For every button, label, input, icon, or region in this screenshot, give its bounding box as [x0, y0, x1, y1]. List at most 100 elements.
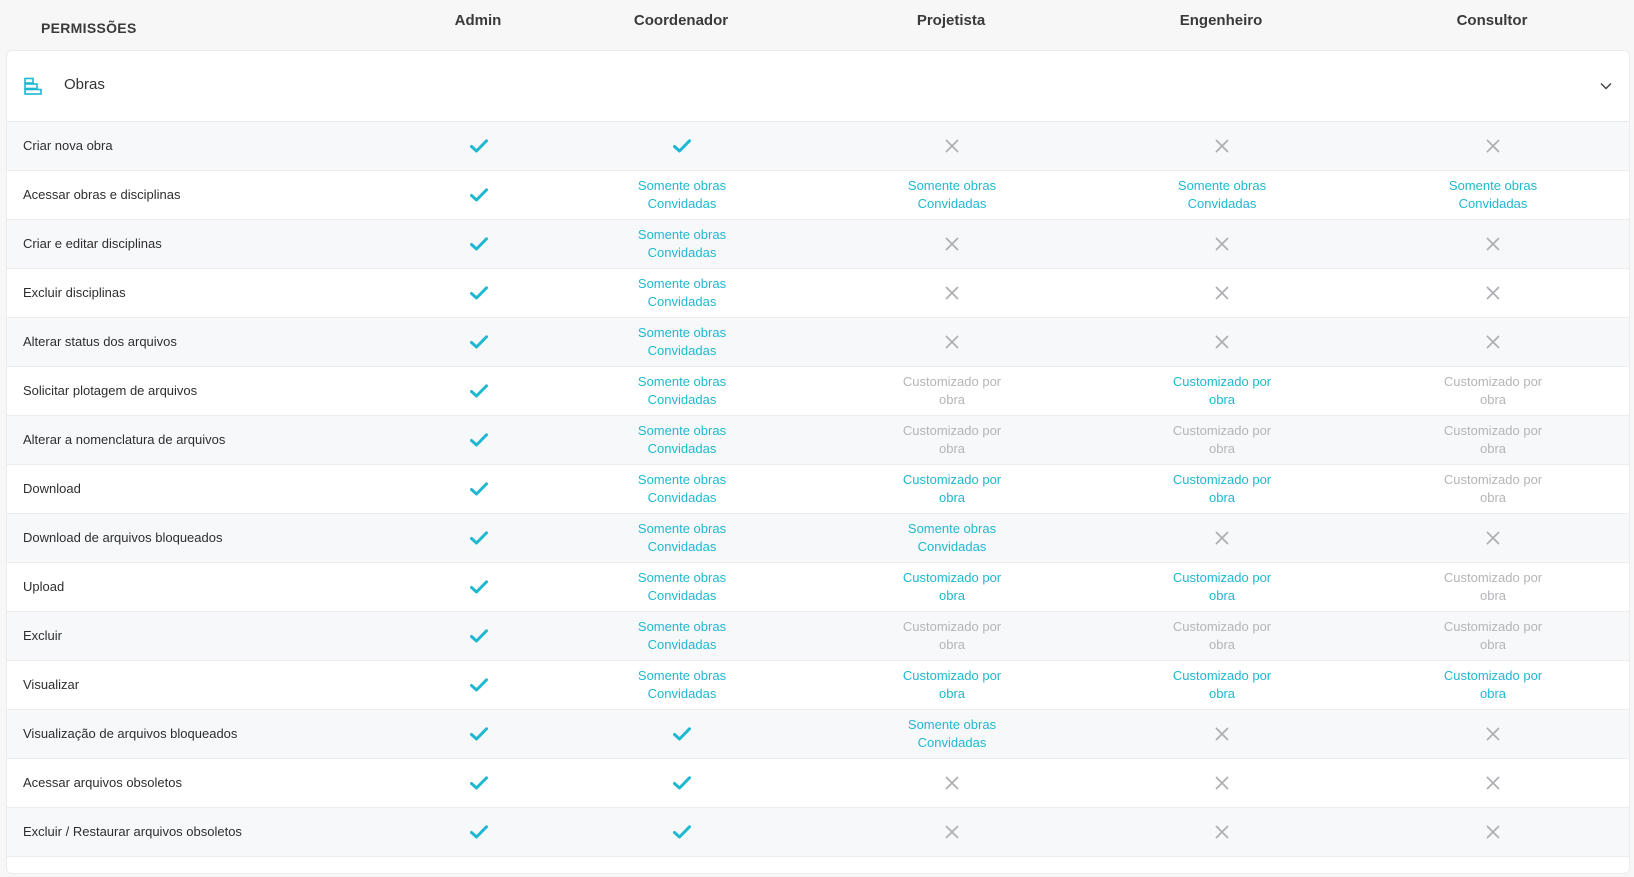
cross-icon [1413, 808, 1573, 856]
cross-icon [1413, 759, 1573, 807]
scope-text-line: obra [1208, 637, 1236, 652]
scope-text-line: Customizado por [1172, 472, 1272, 487]
scope-text-line: Customizado por [1443, 472, 1543, 487]
permission-scope-text: Customizado por obra [872, 563, 1032, 611]
scope-text-line: Customizado por [1443, 570, 1543, 585]
permission-scope-text: Somente obras Convidadas [602, 171, 762, 219]
cross-icon [1413, 318, 1573, 366]
section-title: Obras [64, 76, 105, 93]
permission-label: Download de arquivos bloqueados [23, 530, 223, 545]
scope-text-line: Customizado por [1172, 619, 1272, 634]
permission-scope-text: Somente obras Convidadas [602, 563, 762, 611]
scope-text-line: Somente obras [637, 521, 727, 536]
permission-label: Excluir / Restaurar arquivos obsoletos [23, 824, 242, 839]
scope-text-line: Somente obras [637, 570, 727, 585]
scope-text-line: Customizado por [1443, 423, 1543, 438]
scope-text-line: obra [1479, 392, 1507, 407]
permission-scope-text: Somente obras Convidadas [602, 269, 762, 317]
permission-label: Acessar arquivos obsoletos [23, 775, 182, 790]
permission-label: Upload [23, 579, 65, 594]
table-row: Acessar arquivos obsoletos [7, 759, 1629, 808]
table-row: Upload Somente obras Convidadas Customizado… [7, 563, 1629, 612]
scope-text-line: Customizado por [1172, 668, 1272, 683]
scope-text-line: Somente obras [637, 374, 727, 389]
permission-scope-text: Customizado por obra [872, 612, 1032, 660]
table-row: Excluir / Restaurar arquivos obsoletos [7, 808, 1629, 857]
permission-scope-text: Customizado por obra [872, 465, 1032, 513]
chevron-down-icon[interactable] [1599, 79, 1613, 93]
table-row: Acessar obras e disciplinas Somente obras… [7, 171, 1629, 220]
check-icon [399, 465, 559, 513]
scope-text-line: Convidadas [647, 539, 717, 554]
cross-icon [1413, 269, 1573, 317]
permission-label: Acessar obras e disciplinas [23, 187, 181, 202]
scope-text-line: Somente obras [907, 178, 997, 193]
permission-scope-text: Customizado por obra [1142, 563, 1302, 611]
cross-icon [872, 122, 1032, 170]
table-row: Visualização de arquivos bloqueados Somen… [7, 710, 1629, 759]
scope-text-line: obra [938, 392, 966, 407]
scope-text-line: Somente obras [637, 178, 727, 193]
scope-text-line: Somente obras [637, 472, 727, 487]
scope-text-line: obra [1208, 588, 1236, 603]
permission-label: Excluir disciplinas [23, 285, 126, 300]
cross-icon [1142, 710, 1302, 758]
table-row: Criar nova obra [7, 122, 1629, 171]
permission-scope-text: Somente obras Convidadas [602, 612, 762, 660]
permission-label: Download [23, 481, 81, 496]
scope-text-line: Somente obras [1177, 178, 1267, 193]
check-icon [399, 367, 559, 415]
permission-scope-text: Customizado por obra [872, 416, 1032, 464]
cross-icon [1142, 808, 1302, 856]
check-icon [399, 661, 559, 709]
permissions-card: Obras Criar nova obra Acessar obras e dis… [6, 50, 1630, 874]
layers-icon [23, 76, 43, 96]
check-icon [399, 808, 559, 856]
scope-text-line: Convidadas [647, 196, 717, 211]
permissions-title: PERMISSÕES [41, 20, 137, 36]
section-header-obras[interactable]: Obras [7, 51, 1629, 122]
check-icon [399, 269, 559, 317]
scope-text-line: Convidadas [647, 637, 717, 652]
scope-text-line: Convidadas [647, 588, 717, 603]
permission-scope-text: Customizado por obra [1142, 367, 1302, 415]
column-header-engenheiro: Engenheiro [1179, 12, 1263, 29]
scope-text-line: Customizado por [902, 374, 1002, 389]
scope-text-line: Convidadas [917, 539, 987, 554]
table-row: Excluir Somente obras Convidadas Customizad… [7, 612, 1629, 661]
scope-text-line: Somente obras [637, 276, 727, 291]
cross-icon [872, 269, 1032, 317]
cross-icon [1413, 122, 1573, 170]
scope-text-line: obra [1479, 637, 1507, 652]
scope-text-line: Convidadas [917, 196, 987, 211]
scope-text-line: Customizado por [902, 472, 1002, 487]
check-icon [399, 122, 559, 170]
permission-scope-text: Somente obras Convidadas [602, 318, 762, 366]
permission-scope-text: Customizado por obra [1413, 661, 1573, 709]
column-header-projetista: Projetista [916, 12, 986, 29]
scope-text-line: Convidadas [647, 686, 717, 701]
scope-text-line: Convidadas [647, 441, 717, 456]
scope-text-line: obra [938, 490, 966, 505]
check-icon [399, 220, 559, 268]
table-row: Criar e editar disciplinas Somente obras C… [7, 220, 1629, 269]
permission-scope-text: Somente obras Convidadas [602, 661, 762, 709]
scope-text-line: obra [938, 441, 966, 456]
permission-scope-text: Somente obras Convidadas [1413, 171, 1573, 219]
permission-scope-text: Somente obras Convidadas [602, 514, 762, 562]
scope-text-line: Customizado por [902, 570, 1002, 585]
scope-text-line: Convidadas [647, 245, 717, 260]
scope-text-line: Convidadas [647, 294, 717, 309]
permission-scope-text: Somente obras Convidadas [872, 171, 1032, 219]
permission-scope-text: Customizado por obra [1413, 465, 1573, 513]
permission-label: Alterar a nomenclatura de arquivos [23, 432, 226, 447]
scope-text-line: obra [1208, 686, 1236, 701]
cross-icon [872, 808, 1032, 856]
scope-text-line: obra [1479, 588, 1507, 603]
scope-text-line: Convidadas [1458, 196, 1528, 211]
permission-label: Visualização de arquivos bloqueados [23, 726, 238, 741]
permission-label: Alterar status dos arquivos [23, 334, 177, 349]
check-icon [399, 514, 559, 562]
cross-icon [872, 759, 1032, 807]
permission-scope-text: Somente obras Convidadas [872, 710, 1032, 758]
